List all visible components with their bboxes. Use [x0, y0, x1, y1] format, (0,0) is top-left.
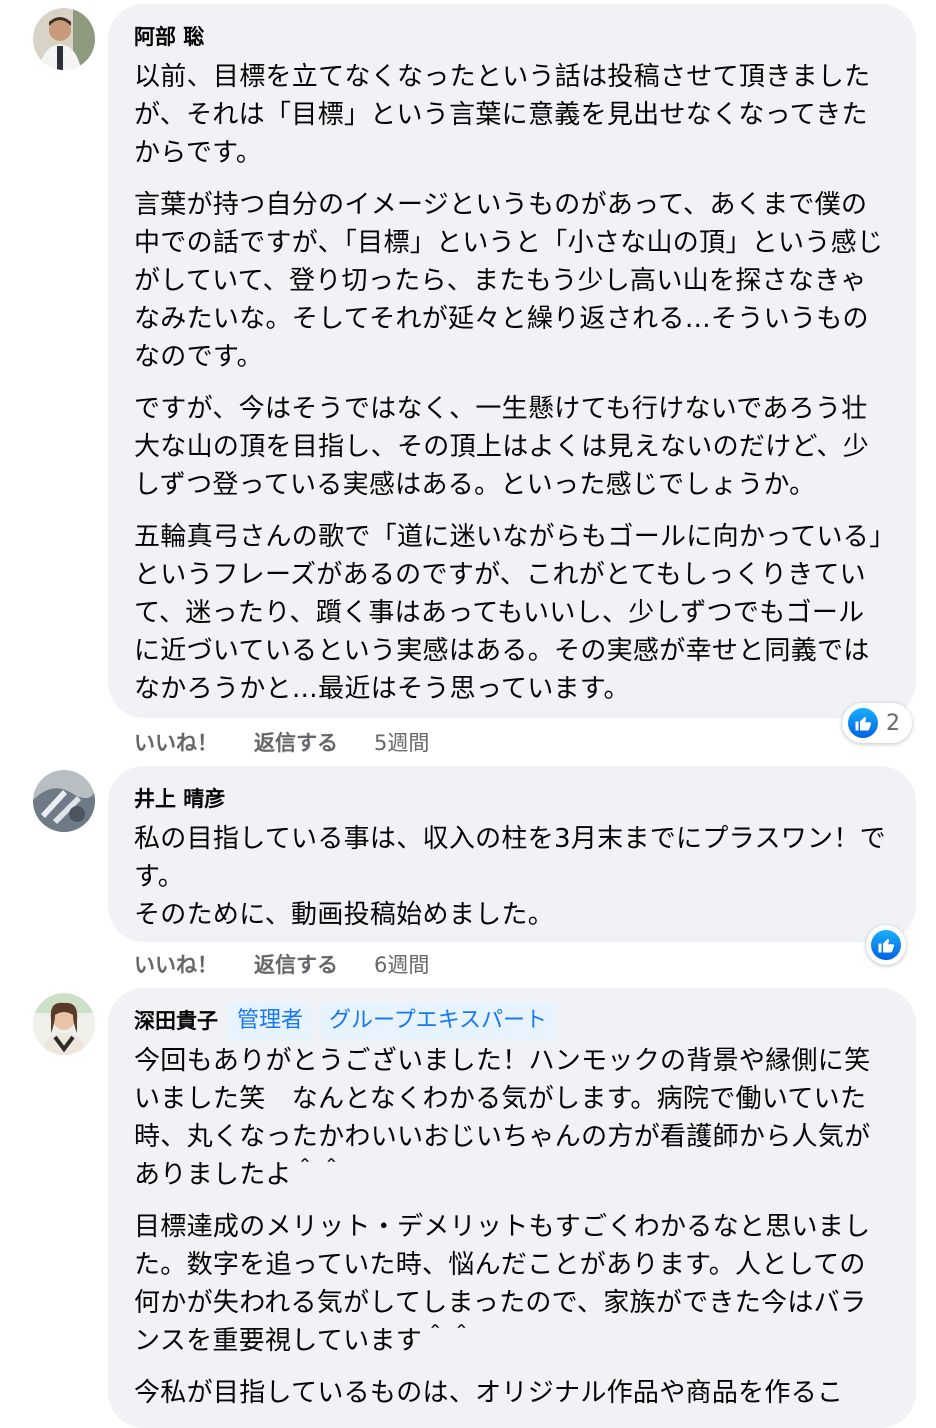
comment-paragraph: 今回もありがとうございました！ハンモックの背景や縁側に笑いました笑 なんとなくわ… — [134, 1046, 871, 1190]
reaction-count: 2 — [886, 710, 900, 736]
comment-paragraph: 目標達成のメリット・デメリットもすごくわかるなと思いました。数字を追っていた時、… — [134, 1212, 871, 1356]
comment-paragraph: 五輪真弓さんの歌で「道に迷いながらもゴールに向かっている」というフレーズがあるの… — [134, 522, 883, 704]
like-icon — [871, 930, 901, 960]
author-name: 深田貴子 管理者 グループエキスパート — [134, 1002, 890, 1040]
comment-actions: いいね！ 返信する 5週間 — [134, 727, 465, 757]
avatar[interactable] — [33, 993, 95, 1055]
comment-paragraph: ですが、今はそうではなく、一生懸けても行けないであろう壮大な山の頂を目指し、その… — [134, 394, 870, 500]
avatar[interactable] — [33, 770, 95, 832]
reply-button[interactable]: 返信する — [254, 949, 338, 979]
timestamp[interactable]: 6週間 — [374, 949, 429, 979]
like-icon — [848, 708, 878, 738]
author-name[interactable]: 井上 晴彦 — [134, 782, 890, 816]
reply-button[interactable]: 返信する — [254, 727, 338, 757]
comment-bubble: 深田貴子 管理者 グループエキスパート 今回もありがとうございました！ハンモック… — [108, 988, 916, 1428]
group-expert-badge[interactable]: グループエキスパート — [320, 1002, 557, 1040]
comment-paragraph: 以前、目標を立てなくなったという話は投稿させて頂きましたが、それは「目標」という… — [134, 62, 871, 168]
reaction-summary[interactable]: 2 — [842, 703, 912, 743]
timestamp[interactable]: 5週間 — [374, 727, 429, 757]
reaction-summary[interactable] — [866, 925, 906, 965]
author-name[interactable]: 深田貴子 — [134, 1006, 218, 1036]
avatar[interactable] — [33, 8, 95, 70]
like-button[interactable]: いいね！ — [134, 727, 218, 757]
comment-actions: いいね！ 返信する 6週間 — [134, 949, 465, 979]
like-button[interactable]: いいね！ — [134, 949, 218, 979]
author-name[interactable]: 阿部 聡 — [134, 20, 890, 54]
comment-bubble: 井上 晴彦 私の目指している事は、収入の柱を3月末までにプラスワン！です。 その… — [108, 766, 916, 942]
comment-paragraph: 言葉が持つ自分のイメージというものがあって、あくまで僕の中での話ですが、「目標」… — [134, 190, 884, 372]
comment-paragraph: 今私が目指しているものは、オリジナル作品や商品を作るこ — [134, 1378, 844, 1408]
comment-paragraph: 私の目指している事は、収入の柱を3月末までにプラスワン！です。 そのために、動画… — [134, 824, 886, 930]
admin-badge[interactable]: 管理者 — [228, 1002, 313, 1040]
comment-bubble: 阿部 聡 以前、目標を立てなくなったという話は投稿させて頂きましたが、それは「目… — [108, 4, 916, 718]
